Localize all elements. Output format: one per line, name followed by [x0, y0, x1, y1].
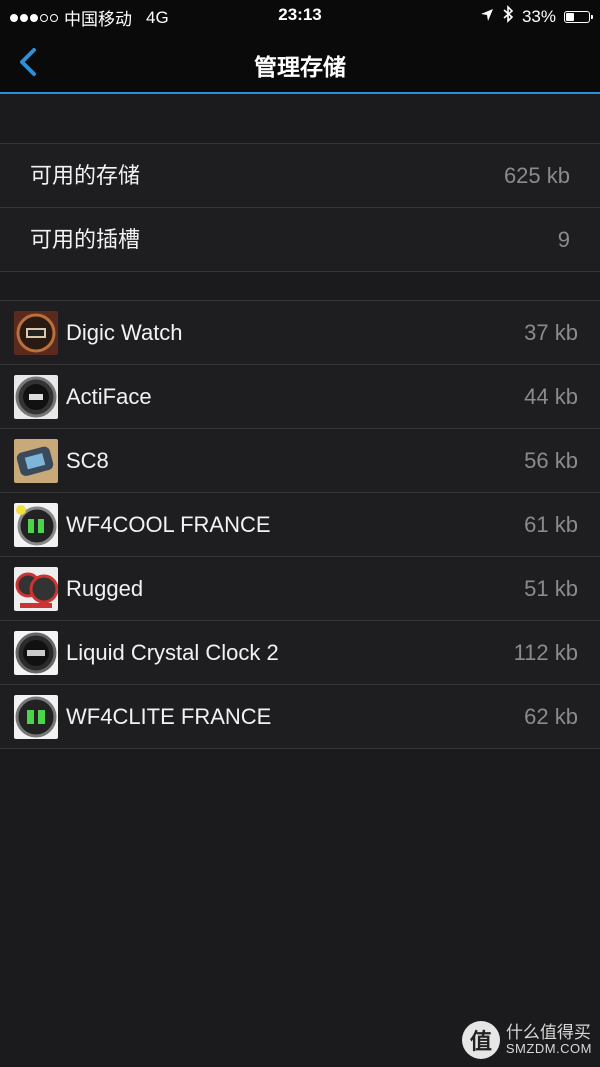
list-item-name: Liquid Crystal Clock 2 [66, 640, 279, 665]
bluetooth-icon [502, 5, 514, 28]
status-right: 33% [480, 5, 593, 28]
list-item-name: WF4COOL FRANCE [66, 512, 271, 537]
list-item[interactable]: Digic Watch 37 kb [0, 301, 600, 364]
watermark-seal-icon: 值 [461, 1021, 500, 1059]
slots-available-value: 9 [557, 227, 570, 252]
watermark-cn: 什么值得买 [505, 1022, 591, 1042]
page-title: 管理存储 [254, 54, 346, 80]
list-item-size: 37 kb [524, 320, 578, 345]
watermark: 值 什么值得买 SMZDM.COM [461, 1021, 592, 1059]
battery-percent: 33% [521, 6, 556, 26]
list-item[interactable]: Liquid Crystal Clock 2 112 kb [0, 620, 600, 684]
storage-available-value: 625 kb [503, 163, 570, 188]
list-item-name: ActiFace [66, 384, 152, 409]
battery-icon [564, 10, 593, 23]
thumb-wf4clite-icon [14, 695, 58, 739]
list-item-size: 44 kb [524, 384, 578, 409]
list-item-size: 62 kb [524, 704, 578, 729]
battery-level [566, 12, 574, 21]
list-item[interactable]: SC8 56 kb [0, 428, 600, 492]
list-item[interactable]: WF4CLITE FRANCE 62 kb [0, 684, 600, 748]
thumb-liquid-crystal-icon [14, 631, 58, 675]
thumb-digic-watch-icon [14, 311, 58, 355]
list-item[interactable]: WF4COOL FRANCE 61 kb [0, 492, 600, 556]
watch-face-list: Digic Watch 37 kb ActiFace 44 kb SC8 56 … [0, 300, 600, 749]
list-item-name: Rugged [66, 576, 144, 601]
list-item[interactable]: ActiFace 44 kb [0, 364, 600, 428]
thumb-actiface-icon [14, 375, 58, 419]
list-item-name: Digic Watch [66, 320, 183, 345]
thumb-sc8-icon [14, 439, 58, 483]
watermark-en: SMZDM.COM [505, 1041, 592, 1057]
list-item-size: 56 kb [524, 448, 578, 473]
thumb-rugged-icon [14, 567, 58, 611]
storage-available-label: 可用的存储 [30, 163, 141, 188]
list-item-size: 112 kb [513, 640, 578, 665]
status-bar: 中国移动 4G 23:13 33% [0, 0, 600, 32]
list-item-size: 61 kb [524, 512, 578, 537]
location-arrow-icon [480, 7, 494, 27]
storage-available-row: 可用的存储 625 kb [0, 144, 600, 207]
list-item-size: 51 kb [524, 576, 578, 601]
slots-available-row: 可用的插槽 9 [0, 207, 600, 271]
slots-available-label: 可用的插槽 [30, 227, 141, 252]
navigation-bar: 管理存储 [0, 32, 600, 94]
thumb-wf4cool-icon [14, 503, 58, 547]
list-item-name: WF4CLITE FRANCE [66, 704, 272, 729]
list-item-name: SC8 [66, 448, 109, 473]
storage-info-section: 可用的存储 625 kb 可用的插槽 9 [0, 143, 600, 272]
list-item[interactable]: Rugged 51 kb [0, 556, 600, 620]
